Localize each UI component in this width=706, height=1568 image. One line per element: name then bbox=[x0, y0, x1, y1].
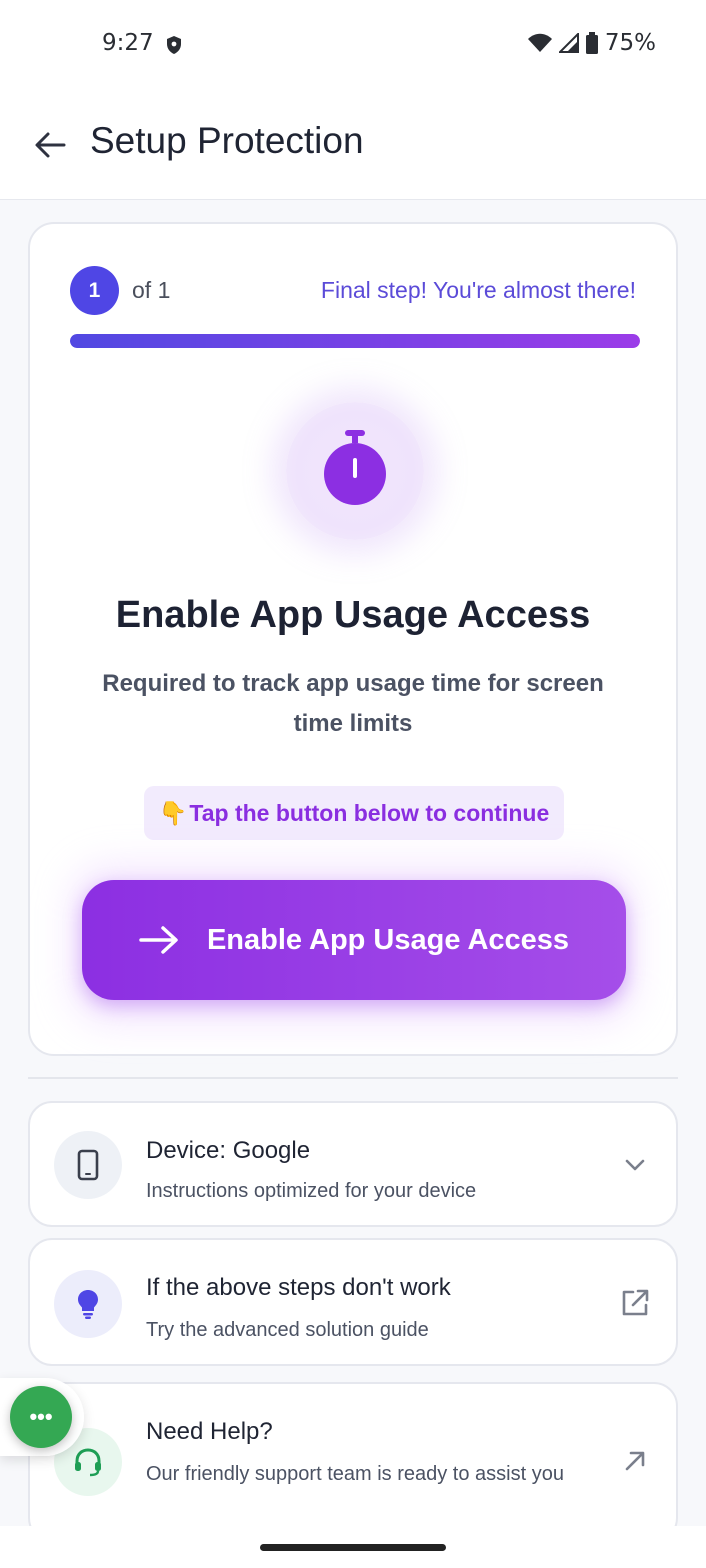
hint-banner: 👇 Tap the button below to continue bbox=[144, 786, 564, 840]
enable-usage-access-label: Enable App Usage Access bbox=[206, 923, 570, 956]
step-description: Required to track app usage time for scr… bbox=[102, 670, 604, 737]
advanced-guide-title: If the above steps don't work bbox=[146, 1274, 451, 1301]
phone-icon bbox=[77, 1149, 99, 1181]
step-progress-fill bbox=[70, 334, 640, 348]
step-total-label: of 1 bbox=[132, 277, 171, 303]
shield-icon bbox=[167, 36, 181, 54]
lightbulb-icon-circle bbox=[54, 1270, 122, 1338]
back-button[interactable] bbox=[30, 128, 70, 162]
arrow-left-icon bbox=[35, 132, 66, 158]
battery-icon bbox=[585, 32, 598, 54]
hint-text: Tap the button below to continue bbox=[189, 799, 550, 826]
stopwatch-icon bbox=[324, 430, 386, 505]
wifi-icon bbox=[527, 33, 552, 52]
contact-support-button[interactable] bbox=[618, 1444, 652, 1478]
status-bar: 9:27 75% bbox=[0, 0, 706, 90]
need-help-title: Need Help? bbox=[146, 1418, 273, 1445]
section-divider bbox=[28, 1077, 678, 1079]
setup-step-card: 1 of 1 Final step! You're almost there! … bbox=[28, 222, 678, 1056]
device-info-row[interactable]: Device: Google Instructions optimized fo… bbox=[28, 1101, 678, 1227]
pointing-down-icon: 👇 bbox=[158, 800, 188, 827]
step-progress-bar bbox=[70, 334, 640, 348]
battery-percent: 75% bbox=[604, 30, 656, 56]
arrow-right-icon bbox=[139, 926, 178, 954]
app-bar: Setup Protection bbox=[0, 90, 706, 200]
home-gesture-handle[interactable] bbox=[260, 1544, 446, 1551]
headset-icon bbox=[75, 1448, 101, 1477]
page-title: Setup Protection bbox=[90, 120, 364, 161]
expand-device-button[interactable] bbox=[618, 1148, 652, 1182]
more-dots-icon: ••• bbox=[29, 1404, 53, 1429]
chevron-down-icon bbox=[625, 1159, 645, 1171]
device-subtitle: Instructions optimized for your device bbox=[146, 1180, 477, 1202]
open-guide-button[interactable] bbox=[618, 1286, 652, 1320]
need-help-row[interactable]: Need Help? Our friendly support team is … bbox=[28, 1382, 678, 1542]
step-number-badge: 1 bbox=[70, 266, 119, 315]
need-help-subtitle: Our friendly support team is ready to as… bbox=[146, 1463, 564, 1485]
advanced-guide-row[interactable]: If the above steps don't work Try the ad… bbox=[28, 1238, 678, 1366]
signal-icon bbox=[558, 33, 579, 53]
step-title: Enable App Usage Access bbox=[115, 594, 591, 636]
device-title: Device: Google bbox=[146, 1137, 311, 1164]
enable-usage-access-button[interactable]: Enable App Usage Access bbox=[82, 880, 626, 1000]
navigation-bar bbox=[0, 1526, 706, 1568]
arrow-up-right-icon bbox=[625, 1451, 645, 1471]
lightbulb-icon bbox=[78, 1290, 98, 1319]
step-message: Final step! You're almost there! bbox=[320, 277, 636, 303]
more-options-fab[interactable]: ••• bbox=[10, 1386, 72, 1448]
external-link-icon bbox=[622, 1289, 649, 1316]
advanced-guide-subtitle: Try the advanced solution guide bbox=[146, 1319, 429, 1341]
phone-icon-circle bbox=[54, 1131, 122, 1199]
status-time: 9:27 bbox=[102, 30, 154, 56]
